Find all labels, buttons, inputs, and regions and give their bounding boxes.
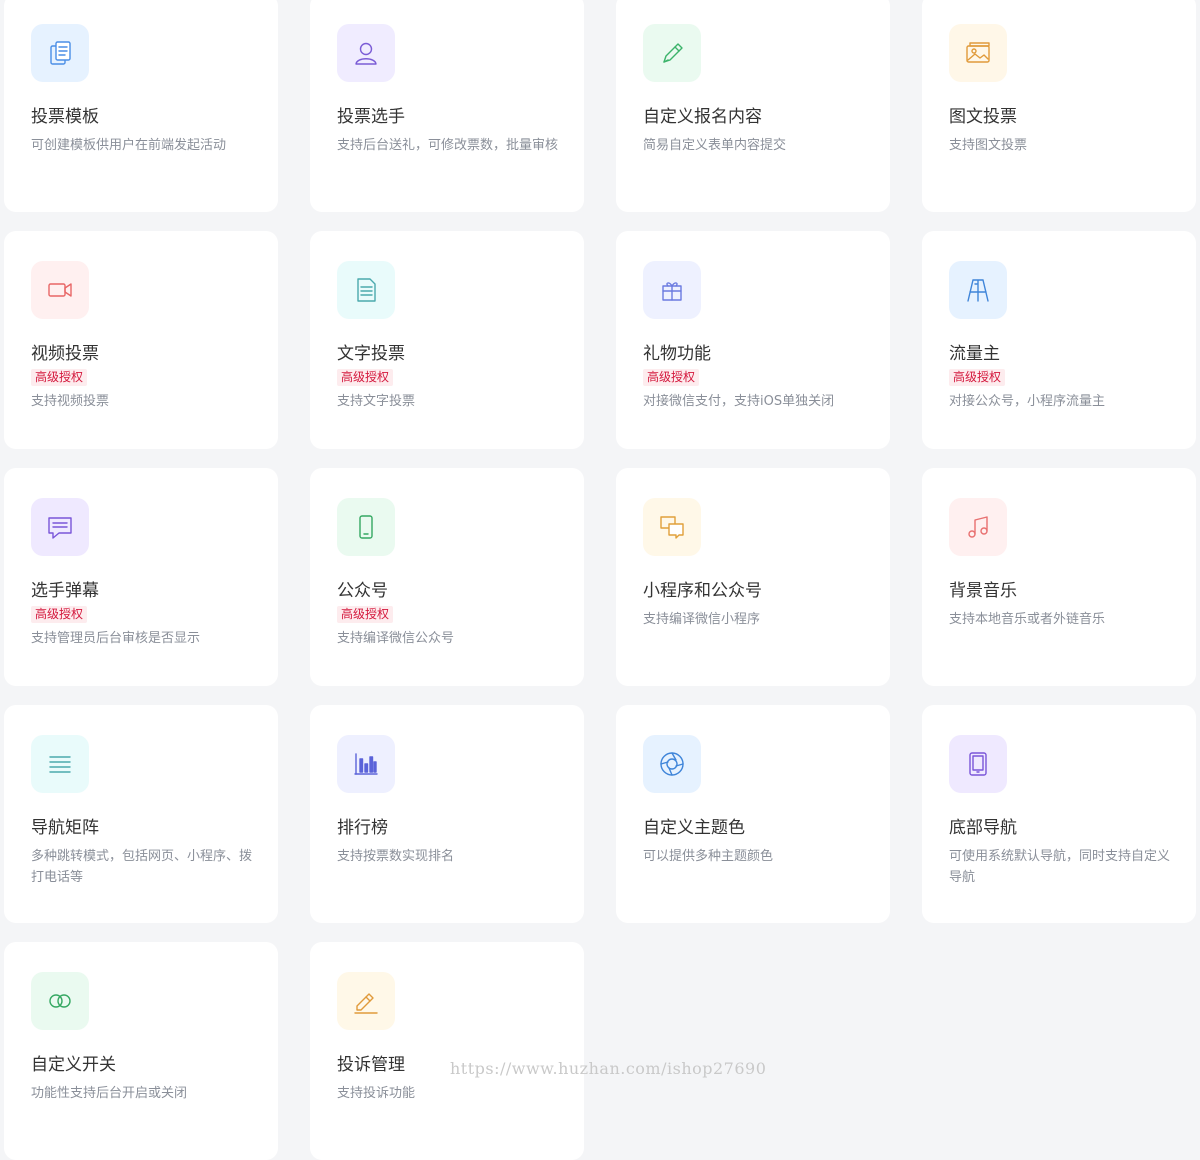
premium-badge: 高级授权 xyxy=(949,369,1006,386)
feature-description: 支持管理员后台审核是否显示 xyxy=(31,631,201,646)
premium-badge: 高级授权 xyxy=(31,369,88,386)
edit-icon xyxy=(337,972,395,1030)
easel-icon xyxy=(949,261,1007,319)
feature-card[interactable]: 选手弹幕高级授权支持管理员后台审核是否显示 xyxy=(4,468,278,686)
feature-card[interactable]: 背景音乐支持本地音乐或者外链音乐 xyxy=(922,468,1196,686)
feature-description: 对接微信支付，支持iOS单独关闭 xyxy=(643,394,835,409)
feature-title: 投票模板 xyxy=(31,107,99,127)
feature-description: 支持图文投票 xyxy=(949,138,1028,153)
feature-card[interactable]: 礼物功能高级授权对接微信支付，支持iOS单独关闭 xyxy=(616,231,890,449)
premium-badge: 高级授权 xyxy=(31,606,88,623)
feature-card[interactable]: 图文投票支持图文投票 xyxy=(922,0,1196,212)
tablet-icon xyxy=(949,735,1007,793)
feature-description: 支持按票数实现排名 xyxy=(337,849,455,864)
feature-title: 自定义主题色 xyxy=(643,818,745,838)
phone-icon xyxy=(337,498,395,556)
premium-badge: 高级授权 xyxy=(337,369,394,386)
feature-card[interactable]: 小程序和公众号支持编译微信小程序 xyxy=(616,468,890,686)
feature-card[interactable]: 自定义报名内容简易自定义表单内容提交 xyxy=(616,0,890,212)
feature-title: 底部导航 xyxy=(949,818,1017,838)
feature-title: 公众号 xyxy=(337,581,388,601)
feature-title: 投诉管理 xyxy=(337,1055,405,1075)
feature-description: 简易自定义表单内容提交 xyxy=(643,138,787,153)
feature-title: 背景音乐 xyxy=(949,581,1017,601)
feature-grid: 投票模板 可创建模板供用户在前端发起活动 投票选手 支持后台送礼，可修改票数，批量审核… xyxy=(4,0,1196,1160)
feature-description: 支持投诉功能 xyxy=(337,1086,416,1101)
feature-card[interactable]: 投诉管理支持投诉功能 xyxy=(310,942,584,1160)
feature-title: 投票选手 xyxy=(337,107,405,127)
feature-card[interactable]: 视频投票高级授权支持视频投票 xyxy=(4,231,278,449)
feature-description: 支持文字投票 xyxy=(337,394,416,409)
chat-bubbles-icon xyxy=(643,498,701,556)
feature-description: 对接公众号，小程序流量主 xyxy=(949,394,1106,409)
feature-description: 支持视频投票 xyxy=(31,394,110,409)
feature-card[interactable]: 公众号高级授权支持编译微信公众号 xyxy=(310,468,584,686)
feature-title: 流量主 xyxy=(949,344,1000,364)
list-icon xyxy=(31,735,89,793)
feature-description: 可以提供多种主题颜色 xyxy=(643,849,774,864)
bar-chart-icon xyxy=(337,735,395,793)
feature-description: 可使用系统默认导航，同时支持自定义导航 xyxy=(949,849,1171,885)
feature-title: 视频投票 xyxy=(31,344,99,364)
feature-card[interactable]: 排行榜支持按票数实现排名 xyxy=(310,705,584,923)
feature-title: 排行榜 xyxy=(337,818,388,838)
feature-card[interactable]: 流量主高级授权对接公众号，小程序流量主 xyxy=(922,231,1196,449)
premium-badge: 高级授权 xyxy=(643,369,700,386)
gift-icon xyxy=(643,261,701,319)
feature-card[interactable]: 自定义主题色可以提供多种主题颜色 xyxy=(616,705,890,923)
toggle-icon xyxy=(31,972,89,1030)
feature-card[interactable]: 投票选手支持后台送礼，可修改票数，批量审核 xyxy=(310,0,584,212)
feature-card[interactable]: 投票模板可创建模板供用户在前端发起活动 xyxy=(4,0,278,212)
feature-description: 支持编译微信小程序 xyxy=(643,612,761,627)
feature-title: 自定义开关 xyxy=(31,1055,116,1075)
feature-card[interactable]: 文字投票高级授权支持文字投票 xyxy=(310,231,584,449)
feature-card[interactable]: 导航矩阵多种跳转模式，包括网页、小程序、拨打电话等 xyxy=(4,705,278,923)
feature-description: 支持本地音乐或者外链音乐 xyxy=(949,612,1106,627)
text-document-icon xyxy=(337,261,395,319)
user-icon xyxy=(337,24,395,82)
feature-description: 可创建模板供用户在前端发起活动 xyxy=(31,138,227,153)
message-icon xyxy=(31,498,89,556)
feature-title: 礼物功能 xyxy=(643,344,711,364)
image-icon xyxy=(949,24,1007,82)
premium-badge: 高级授权 xyxy=(337,606,394,623)
feature-description: 支持编译微信公众号 xyxy=(337,631,455,646)
feature-title: 选手弹幕 xyxy=(31,581,99,601)
document-copy-icon xyxy=(31,24,89,82)
feature-description: 功能性支持后台开启或关闭 xyxy=(31,1086,188,1101)
feature-title: 文字投票 xyxy=(337,344,405,364)
feature-description: 多种跳转模式，包括网页、小程序、拨打电话等 xyxy=(31,849,253,885)
video-camera-icon xyxy=(31,261,89,319)
feature-title: 自定义报名内容 xyxy=(643,107,762,127)
feature-card[interactable]: 底部导航可使用系统默认导航，同时支持自定义导航 xyxy=(922,705,1196,923)
music-note-icon xyxy=(949,498,1007,556)
feature-title: 图文投票 xyxy=(949,107,1017,127)
feature-title: 导航矩阵 xyxy=(31,818,99,838)
feature-title: 小程序和公众号 xyxy=(643,581,762,601)
feature-card[interactable]: 自定义开关功能性支持后台开启或关闭 xyxy=(4,942,278,1160)
feature-description: 支持后台送礼，可修改票数，批量审核 xyxy=(337,138,559,153)
pen-icon xyxy=(643,24,701,82)
aperture-icon xyxy=(643,735,701,793)
watermark: https://www.huzhan.com/ishop27690 xyxy=(450,1059,767,1078)
